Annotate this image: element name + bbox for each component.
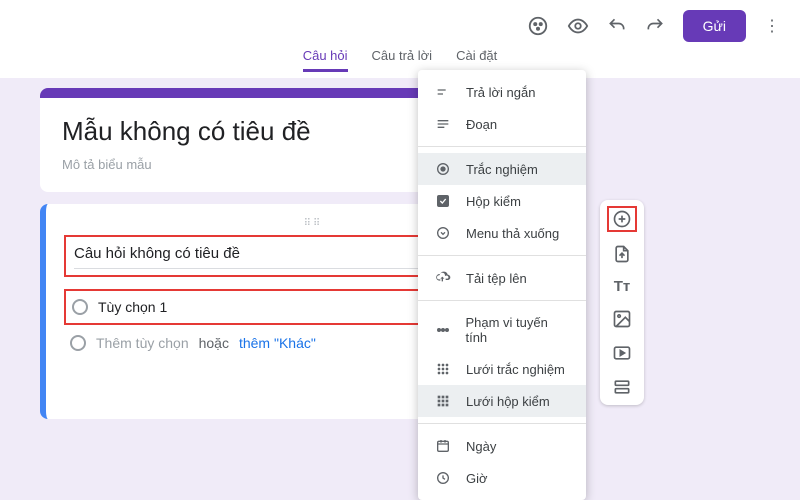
radio-icon <box>72 299 88 315</box>
calendar-icon <box>434 438 452 454</box>
question-type-menu: Trả lời ngắn Đoạn Trắc nghiệm Hộp kiểm M… <box>418 70 586 500</box>
menu-item-linear-scale[interactable]: Phạm vi tuyến tính <box>418 307 586 353</box>
paragraph-icon <box>434 116 452 132</box>
add-option-text[interactable]: Thêm tùy chọn <box>96 335 189 351</box>
menu-separator <box>418 255 586 256</box>
menu-label: Tải tệp lên <box>466 271 527 286</box>
tab-responses[interactable]: Câu trả lời <box>372 48 433 72</box>
add-image-tool-icon[interactable] <box>610 307 634 331</box>
menu-item-multiple-choice[interactable]: Trắc nghiệm <box>418 153 586 185</box>
checkbox-icon <box>434 193 452 209</box>
dropdown-icon <box>434 225 452 241</box>
add-video-icon[interactable] <box>610 341 634 365</box>
menu-item-short-answer[interactable]: Trả lời ngắn <box>418 76 586 108</box>
menu-label: Trả lời ngắn <box>466 85 535 100</box>
menu-item-checkbox-grid[interactable]: Lưới hộp kiểm <box>418 385 586 417</box>
redo-icon[interactable] <box>645 16 665 36</box>
menu-item-dropdown[interactable]: Menu thả xuống <box>418 217 586 249</box>
or-text: hoặc <box>199 335 229 351</box>
preview-icon[interactable] <box>567 15 589 37</box>
undo-icon[interactable] <box>607 16 627 36</box>
side-toolbar: Tᴛ <box>600 200 644 405</box>
menu-label: Phạm vi tuyến tính <box>465 315 570 345</box>
menu-item-checkboxes[interactable]: Hộp kiểm <box>418 185 586 217</box>
add-section-icon[interactable] <box>610 375 634 399</box>
menu-item-mc-grid[interactable]: Lưới trắc nghiệm <box>418 353 586 385</box>
menu-item-file-upload[interactable]: Tải tệp lên <box>418 262 586 294</box>
import-questions-icon[interactable] <box>610 242 634 266</box>
mc-grid-icon <box>434 361 452 377</box>
form-canvas: Mẫu không có tiêu đề Mô tả biểu mẫu ⠿⠿ C… <box>0 78 800 500</box>
tabs-row: Câu hỏi Câu trả lời Cài đặt <box>0 48 800 72</box>
add-other-link[interactable]: thêm "Khác" <box>239 335 316 351</box>
menu-separator <box>418 423 586 424</box>
more-vert-icon[interactable]: ⋮ <box>764 16 780 36</box>
menu-label: Đoạn <box>466 117 497 132</box>
linear-scale-icon <box>434 322 451 338</box>
menu-label: Trắc nghiệm <box>466 162 538 177</box>
tab-settings[interactable]: Cài đặt <box>456 48 497 72</box>
menu-label: Hộp kiểm <box>466 194 521 209</box>
menu-label: Menu thả xuống <box>466 226 559 241</box>
add-question-icon[interactable] <box>607 206 637 232</box>
menu-separator <box>418 300 586 301</box>
send-button[interactable]: Gửi <box>683 10 746 42</box>
menu-item-paragraph[interactable]: Đoạn <box>418 108 586 140</box>
short-answer-icon <box>434 84 452 100</box>
radio-icon <box>70 335 86 351</box>
radio-selected-icon <box>434 161 452 177</box>
menu-separator <box>418 146 586 147</box>
menu-item-date[interactable]: Ngày <box>418 430 586 462</box>
theme-icon[interactable] <box>527 15 549 37</box>
checkbox-grid-icon <box>434 393 452 409</box>
add-title-icon[interactable]: Tᴛ <box>612 276 633 297</box>
header-toolbar: Gửi ⋮ <box>527 10 780 42</box>
tab-questions[interactable]: Câu hỏi <box>303 48 348 72</box>
option-1-label[interactable]: Tùy chọn 1 <box>98 299 167 315</box>
menu-item-time[interactable]: Giờ <box>418 462 586 494</box>
menu-label: Ngày <box>466 439 496 454</box>
clock-icon <box>434 470 452 486</box>
menu-label: Lưới hộp kiểm <box>466 394 550 409</box>
menu-label: Giờ <box>466 471 488 486</box>
upload-icon <box>434 270 452 286</box>
menu-label: Lưới trắc nghiệm <box>466 362 565 377</box>
